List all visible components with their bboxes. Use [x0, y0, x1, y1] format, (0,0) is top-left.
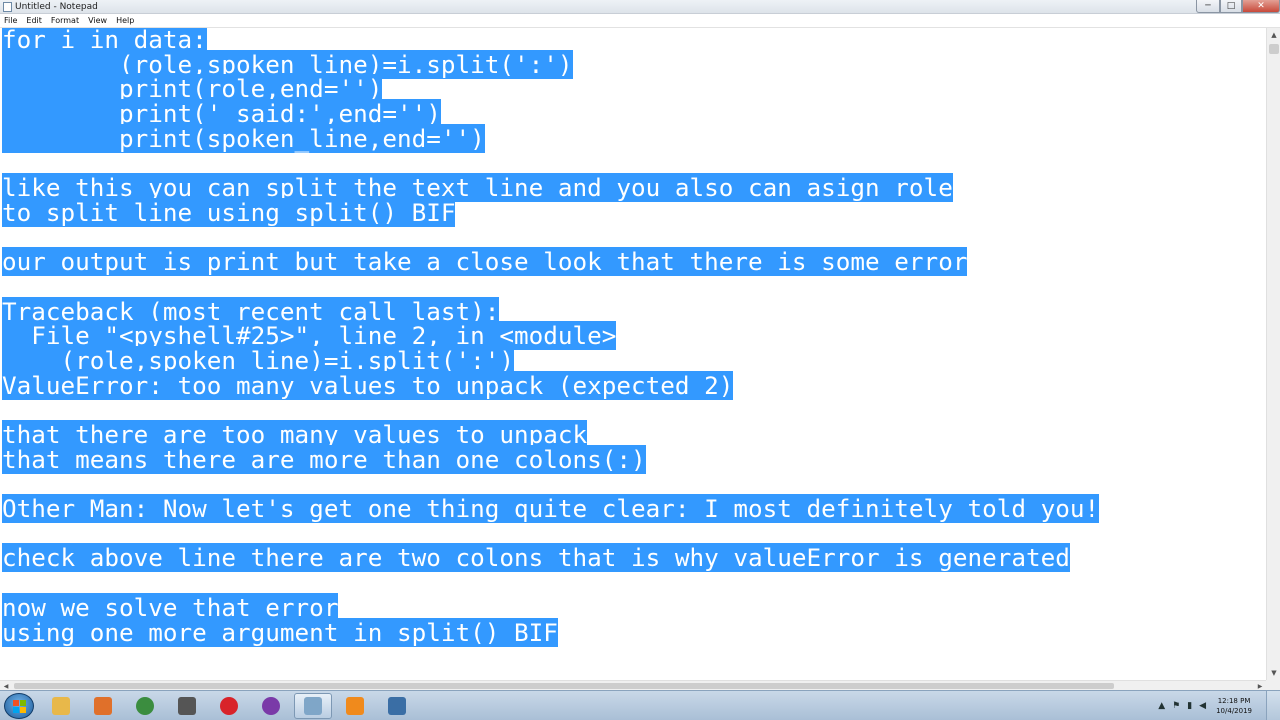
vertical-scroll-thumb[interactable] — [1269, 44, 1279, 54]
volume-icon[interactable]: ◀ — [1199, 701, 1206, 711]
document-text[interactable]: for i in data: (role,spoken_line)=i.spli… — [2, 28, 1100, 647]
python-idle-icon — [388, 697, 406, 715]
keyboard-tool-icon — [178, 697, 196, 715]
minimize-button[interactable]: ─ — [1196, 0, 1220, 13]
taskbar-media-player-button[interactable] — [84, 693, 122, 719]
selected-text: to split line using split() BIF — [2, 197, 456, 227]
menu-edit[interactable]: Edit — [26, 15, 42, 27]
text-line[interactable]: print(spoken_line,end='') — [2, 123, 1099, 153]
window-title: Untitled - Notepad — [15, 2, 98, 12]
menu-file[interactable]: File — [4, 15, 17, 27]
menu-bar: File Edit Format View Help — [0, 14, 1280, 28]
text-line[interactable]: that means there are more than one colon… — [2, 444, 1099, 474]
show-hidden-icons-icon[interactable]: ▲ — [1158, 701, 1165, 711]
taskbar-recorder-button[interactable] — [210, 693, 248, 719]
globe-app-icon — [262, 697, 280, 715]
clock-date: 10/4/2019 — [1216, 707, 1252, 715]
vlc-icon — [346, 697, 364, 715]
menu-help[interactable]: Help — [116, 15, 134, 27]
text-line[interactable]: Other Man: Now let's get one thing quite… — [2, 494, 1100, 524]
text-editor-area[interactable]: for i in data: (role,spoken_line)=i.spli… — [0, 28, 1266, 680]
title-bar: Untitled - Notepad ─ □ ✕ — [0, 0, 1280, 14]
taskbar-python-idle-button[interactable] — [378, 693, 416, 719]
notepad-app-icon[interactable] — [3, 2, 12, 12]
windows-explorer-icon — [52, 697, 70, 715]
taskbar-vlc-button[interactable] — [336, 693, 374, 719]
horizontal-scrollbar[interactable]: ◀ ▶ — [0, 680, 1266, 690]
notepad-window-icon — [304, 697, 322, 715]
text-line[interactable]: (role,spoken_line)=i.split(':') — [2, 345, 1099, 375]
menu-view[interactable]: View — [88, 15, 107, 27]
selected-text: check above line there are two colons th… — [2, 543, 1070, 573]
text-line[interactable]: our output is print but take a close loo… — [2, 247, 1099, 277]
vertical-scrollbar[interactable]: ▲ ▼ — [1266, 28, 1280, 680]
clock[interactable]: 12:18 PM 10/4/2019 — [1216, 696, 1252, 716]
selected-text: that means there are more than one colon… — [2, 444, 646, 474]
text-line[interactable]: check above line there are two colons th… — [2, 543, 1099, 573]
scroll-down-arrow-icon[interactable]: ▼ — [1267, 666, 1280, 680]
text-line[interactable]: for i in data: — [2, 28, 1099, 54]
text-line[interactable]: to split line using split() BIF — [2, 197, 1099, 227]
action-center-flag-icon[interactable]: ⚑ — [1172, 701, 1180, 711]
selected-text: Other Man: Now let's get one thing quite… — [2, 494, 1100, 524]
system-tray: ▲ ⚑ ▮ ◀ 12:18 PM 10/4/2019 — [1151, 691, 1252, 720]
text-line[interactable]: using one more argument in split() BIF — [2, 617, 1099, 647]
windows-logo-icon — [12, 699, 26, 713]
taskbar-globe-app-button[interactable] — [252, 693, 290, 719]
taskbar: ▲ ⚑ ▮ ◀ 12:18 PM 10/4/2019 — [0, 690, 1280, 720]
scroll-up-arrow-icon[interactable]: ▲ — [1267, 28, 1280, 42]
selected-text: our output is print but take a close loo… — [2, 247, 968, 277]
text-line[interactable] — [2, 275, 1099, 300]
selected-text: print(spoken_line,end='') — [2, 123, 485, 153]
taskbar-chrome-button[interactable] — [126, 693, 164, 719]
recorder-icon — [220, 697, 238, 715]
clock-time: 12:18 PM — [1217, 697, 1251, 705]
text-line[interactable]: that there are too many values to unpack — [2, 420, 1099, 449]
taskbar-keyboard-tool-button[interactable] — [168, 693, 206, 719]
selected-text: using one more argument in split() BIF — [2, 617, 558, 647]
taskbar-notepad-window-button[interactable] — [294, 693, 332, 719]
resize-grip[interactable] — [1266, 680, 1280, 690]
taskbar-windows-explorer-button[interactable] — [42, 693, 80, 719]
selected-text: ValueError: too many values to unpack (e… — [2, 370, 734, 400]
chrome-icon — [136, 697, 154, 715]
text-line[interactable]: now we solve that error — [2, 592, 1099, 622]
media-player-icon — [94, 697, 112, 715]
close-button[interactable]: ✕ — [1242, 0, 1280, 13]
show-desktop-button[interactable] — [1266, 691, 1280, 720]
menu-format[interactable]: Format — [51, 15, 79, 27]
window-controls: ─ □ ✕ — [1196, 0, 1280, 14]
text-line[interactable]: ValueError: too many values to unpack (e… — [2, 370, 1099, 400]
start-button[interactable] — [4, 693, 34, 719]
horizontal-scroll-thumb[interactable] — [14, 683, 1114, 689]
network-icon[interactable]: ▮ — [1187, 701, 1192, 711]
maximize-button[interactable]: □ — [1220, 0, 1242, 13]
